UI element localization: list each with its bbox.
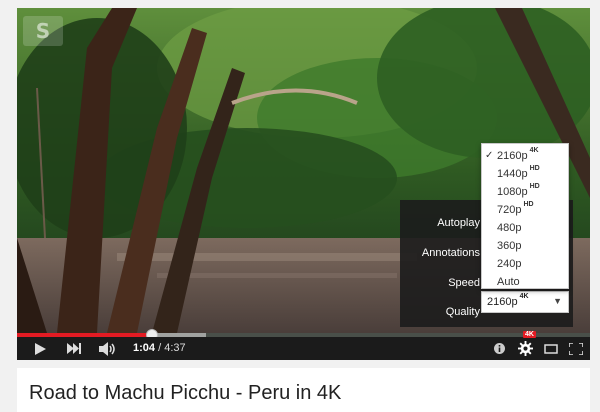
theater-mode-button[interactable] — [542, 337, 560, 360]
quality-option-badge: HD — [529, 165, 540, 172]
quality-label: Quality — [445, 306, 480, 318]
quality-dropdown: ✓ 2160p 4K 1440p HD 1080p HD 720p HD 480p 360p 240p… — [481, 143, 569, 289]
quality-option[interactable]: 720p HD — [482, 201, 568, 219]
channel-logo[interactable]: S — [23, 16, 63, 46]
video-title: Road to Machu Picchu - Peru in 4K — [29, 382, 342, 404]
next-button[interactable] — [63, 337, 85, 360]
quality-option-label: 240p — [497, 258, 522, 270]
quality-option-label: 720p — [497, 204, 522, 216]
autoplay-label[interactable]: Autoplay — [400, 217, 480, 229]
current-time: 1:04 — [133, 342, 156, 354]
quality-select[interactable]: 2160p 4K ▼ — [481, 291, 569, 313]
time-display: 1:04 / 4:37 — [133, 342, 186, 354]
quality-select-badge: 4K — [519, 293, 529, 300]
quality-option[interactable]: Auto — [482, 273, 568, 291]
quality-option-label: Auto — [497, 276, 520, 288]
annotations-label[interactable]: Annotations — [400, 247, 480, 259]
chevron-down-icon: ▼ — [553, 296, 562, 306]
quality-option-text: 1080p HD — [497, 183, 540, 198]
quality-option-label: 360p — [497, 240, 522, 252]
quality-option-badge: HD — [529, 183, 540, 190]
volume-icon — [99, 341, 115, 356]
quality-option[interactable]: 360p — [482, 237, 568, 255]
settings-button[interactable]: 4K — [515, 331, 536, 360]
info-button[interactable] — [491, 337, 507, 360]
quality-option-label: 1440p — [497, 168, 528, 180]
gear-icon — [517, 341, 533, 356]
speed-label[interactable]: Speed — [400, 277, 480, 289]
quality-option-badge: 4K — [529, 147, 539, 154]
fullscreen-button[interactable] — [567, 337, 585, 360]
quality-option[interactable]: 1440p HD — [482, 165, 568, 183]
fullscreen-icon — [569, 342, 583, 355]
quality-option[interactable]: 480p — [482, 219, 568, 237]
next-icon — [67, 343, 81, 354]
channel-logo-text: S — [35, 19, 51, 43]
video-info: Road to Machu Picchu - Peru in 4K — [17, 368, 590, 412]
control-bar: 1:04 / 4:37 4K — [17, 331, 590, 360]
quality-option-label: 2160p — [497, 150, 528, 162]
quality-option-text: 1440p HD — [497, 165, 540, 180]
settings-quality-badge: 4K — [523, 331, 536, 338]
quality-option[interactable]: 240p — [482, 255, 568, 273]
checkmark-icon: ✓ — [485, 150, 494, 161]
quality-option-label: 1080p — [497, 186, 528, 198]
quality-option[interactable]: 1080p HD — [482, 183, 568, 201]
volume-button[interactable] — [97, 337, 119, 360]
quality-option-badge: HD — [523, 201, 534, 208]
quality-select-value: 2160p 4K — [487, 293, 529, 308]
quality-option-text: 2160p 4K — [497, 147, 539, 162]
time-separator: / — [155, 342, 165, 354]
play-icon — [34, 342, 46, 355]
quality-option-text: 720p HD — [497, 201, 534, 216]
quality-option[interactable]: ✓ 2160p 4K — [482, 147, 568, 165]
info-icon — [493, 343, 505, 354]
duration: 4:37 — [164, 342, 186, 354]
video-player[interactable]: S Autoplay Annotations Speed Quality 216… — [17, 8, 590, 360]
quality-option-label: 480p — [497, 222, 522, 234]
theater-mode-icon — [544, 343, 558, 354]
play-button[interactable] — [29, 337, 51, 360]
